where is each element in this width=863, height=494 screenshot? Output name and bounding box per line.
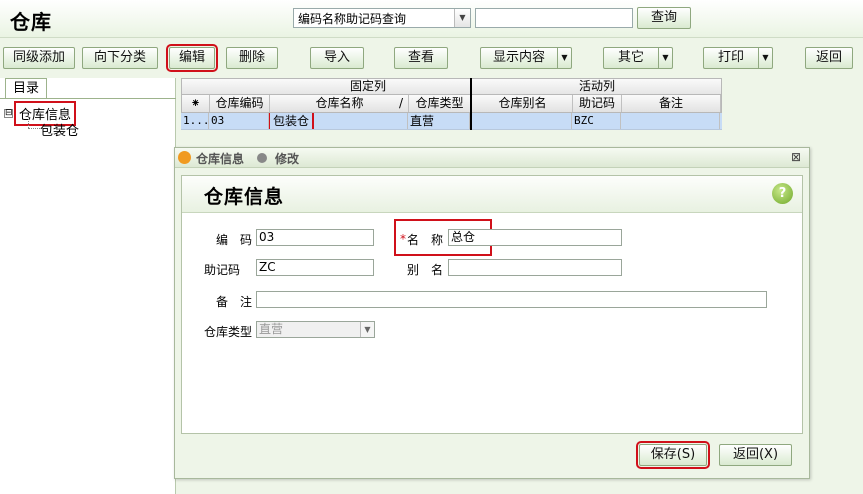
query-mode-value: 编码名称助记码查询 bbox=[298, 12, 407, 26]
edit-button[interactable]: 编辑 bbox=[166, 44, 218, 72]
cell-name-value: 包装仓 bbox=[269, 113, 315, 129]
cell-note[interactable] bbox=[621, 113, 720, 129]
help-icon[interactable]: ? bbox=[772, 183, 793, 204]
add-sibling-button[interactable]: 同级添加 bbox=[3, 47, 75, 69]
cell-type[interactable]: 直营 bbox=[408, 113, 470, 129]
fixed-column-divider[interactable] bbox=[470, 78, 472, 130]
required-marker: * bbox=[400, 232, 406, 246]
form-title: 仓库信息 bbox=[204, 186, 285, 208]
active-columns-group: 活动列 bbox=[578, 79, 615, 93]
form-header: 仓库信息 ? bbox=[182, 176, 802, 213]
dialog-back-button[interactable]: 返回(X) bbox=[719, 444, 792, 466]
cell-mnemonic[interactable]: BZC bbox=[572, 113, 621, 129]
query-button[interactable]: 查询 bbox=[637, 7, 691, 29]
tab-divider bbox=[0, 98, 176, 99]
table-row[interactable]: 1... 03 包装仓 直营 BZC bbox=[181, 113, 722, 130]
cell-alias[interactable] bbox=[472, 113, 572, 129]
column-header-name[interactable]: 仓库名称 bbox=[270, 95, 409, 112]
fixed-columns-group: 固定列 bbox=[349, 79, 386, 93]
column-header-code[interactable]: 仓库编码 bbox=[210, 95, 270, 112]
warehouse-grid: 固定列 活动列 ⁕ 仓库编码 仓库名称 / 仓库类型 仓库别名 助记码 备注 1… bbox=[181, 78, 722, 130]
chevron-down-icon: ▼ bbox=[360, 322, 374, 337]
grid-header: ⁕ 仓库编码 仓库名称 / 仓库类型 仓库别名 助记码 备注 bbox=[181, 95, 722, 113]
alias-field[interactable] bbox=[448, 259, 622, 276]
view-button[interactable]: 查看 bbox=[394, 47, 448, 69]
column-header-alias[interactable]: 仓库别名 bbox=[473, 95, 573, 112]
grid-group-header: 固定列 活动列 bbox=[181, 78, 722, 95]
column-header-note[interactable]: 备注 bbox=[622, 95, 721, 112]
separator-dot-icon bbox=[257, 153, 267, 163]
other-label: 其它 bbox=[617, 50, 644, 65]
chevron-down-icon[interactable]: ▼ bbox=[557, 48, 571, 68]
chevron-down-icon[interactable]: ▼ bbox=[658, 48, 672, 68]
alias-label: 别 名 bbox=[407, 263, 444, 277]
chevron-down-icon[interactable]: ▼ bbox=[758, 48, 772, 68]
import-button[interactable]: 导入 bbox=[310, 47, 364, 69]
collapse-icon[interactable]: ⊟ bbox=[4, 109, 13, 118]
mnemonic-label: 助记码 bbox=[204, 263, 241, 277]
directory-panel: 目录 ⊟ 仓库信息 包装仓 bbox=[0, 78, 176, 494]
note-field[interactable] bbox=[256, 291, 767, 308]
row-index: 1... bbox=[183, 113, 209, 129]
form-panel: 仓库信息 ? 编 码 03 * 名 称 总仓 助记码 ZC 别 名 备 注 仓库… bbox=[181, 175, 803, 434]
tree-connector bbox=[28, 128, 40, 129]
column-header-mnemonic[interactable]: 助记码 bbox=[573, 95, 622, 112]
app-icon bbox=[178, 151, 191, 164]
dialog-title: 仓库信息 bbox=[196, 152, 245, 166]
code-field[interactable]: 03 bbox=[256, 229, 374, 246]
add-child-button[interactable]: 向下分类 bbox=[82, 47, 158, 69]
query-mode-select[interactable]: 编码名称助记码查询 ▼ bbox=[293, 8, 471, 28]
print-label: 打印 bbox=[717, 50, 744, 65]
cell-code[interactable]: 03 bbox=[209, 113, 269, 129]
column-header-separator: / bbox=[394, 95, 409, 112]
display-content-label: 显示内容 bbox=[492, 50, 545, 65]
type-label: 仓库类型 bbox=[204, 325, 253, 339]
print-button[interactable]: 打印 ▼ bbox=[703, 47, 773, 69]
column-header-type[interactable]: 仓库类型 bbox=[409, 95, 471, 112]
type-select: 直营 ▼ bbox=[256, 321, 375, 338]
display-content-button[interactable]: 显示内容 ▼ bbox=[480, 47, 572, 69]
other-button[interactable]: 其它 ▼ bbox=[603, 47, 673, 69]
warehouse-edit-dialog: 仓库信息 修改 ⊠ 仓库信息 ? 编 码 03 * 名 称 总仓 助记码 ZC … bbox=[174, 147, 810, 479]
dialog-mode: 修改 bbox=[275, 152, 300, 166]
title-bar: 仓库 编码名称助记码查询 ▼ 查询 bbox=[0, 0, 863, 38]
tab-directory[interactable]: 目录 bbox=[5, 78, 47, 98]
delete-button[interactable]: 删除 bbox=[226, 47, 278, 69]
page-title: 仓库 bbox=[10, 10, 52, 34]
dialog-titlebar[interactable]: 仓库信息 修改 ⊠ bbox=[175, 148, 809, 168]
name-field[interactable]: 总仓 bbox=[448, 229, 622, 246]
close-icon[interactable]: ⊠ bbox=[791, 150, 801, 164]
name-label: 名 称 bbox=[407, 233, 444, 247]
mnemonic-field[interactable]: ZC bbox=[256, 259, 374, 276]
note-label: 备 注 bbox=[216, 295, 253, 309]
search-input[interactable] bbox=[475, 8, 633, 28]
tree-item[interactable]: 包装仓 bbox=[40, 120, 79, 139]
chevron-down-icon[interactable]: ▼ bbox=[454, 9, 470, 27]
save-button[interactable]: 保存(S) bbox=[636, 441, 710, 469]
back-button[interactable]: 返回 bbox=[805, 47, 853, 69]
tree-connector bbox=[28, 115, 29, 128]
code-label: 编 码 bbox=[216, 233, 253, 247]
toolbar: 同级添加 向下分类 编辑 删除 导入 查看 显示内容 ▼ 其它 ▼ 打印 ▼ 返… bbox=[0, 38, 863, 78]
cell-name[interactable]: 包装仓 bbox=[269, 113, 408, 129]
type-select-value: 直营 bbox=[259, 322, 284, 336]
row-selector-header[interactable]: ⁕ bbox=[182, 95, 210, 112]
